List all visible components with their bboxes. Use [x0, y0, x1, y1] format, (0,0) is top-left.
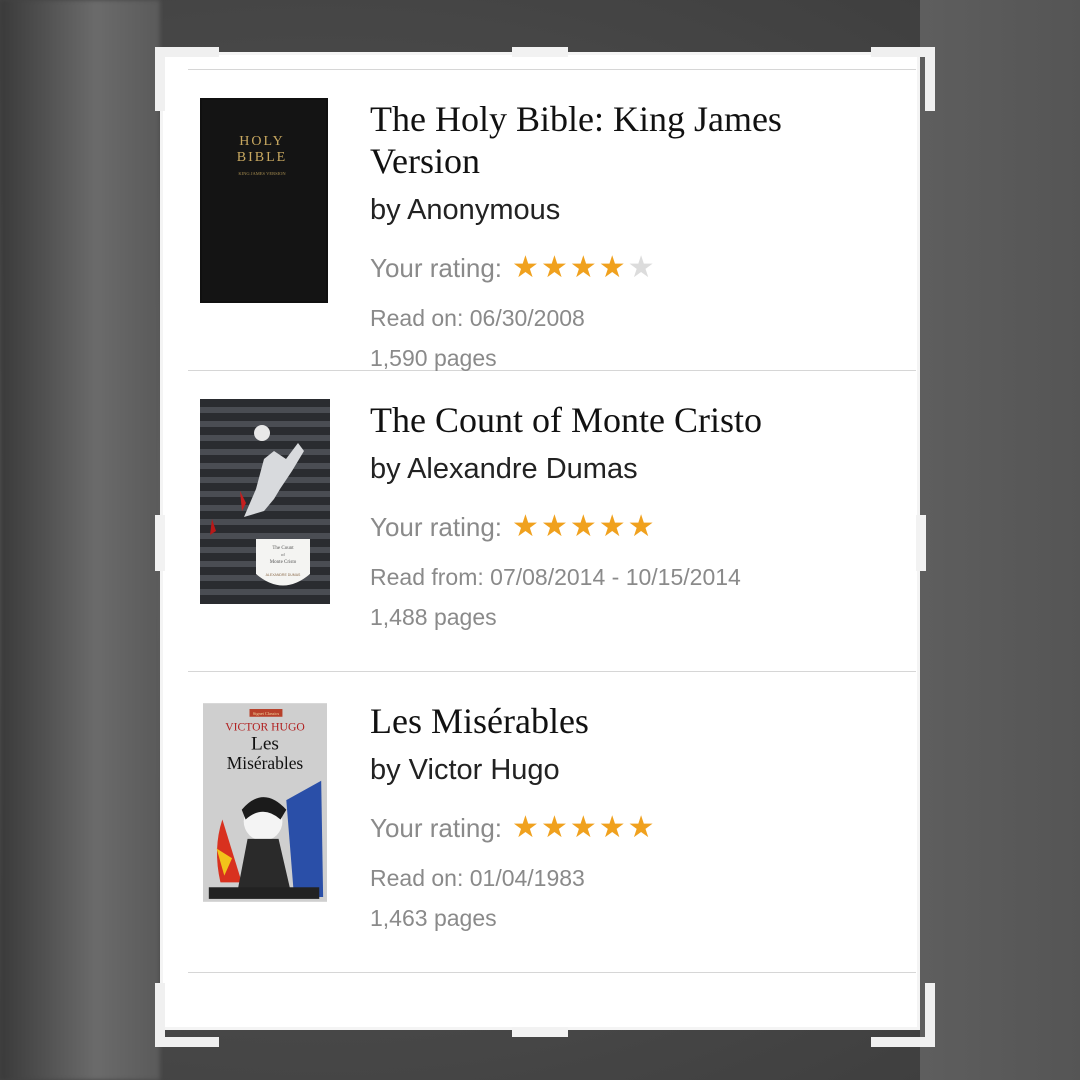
rating-label: Your rating:	[370, 812, 503, 843]
star-rating[interactable]: ★★★★★	[512, 813, 657, 843]
star-filled-icon[interactable]: ★	[628, 811, 655, 844]
book-cover-les-miserables[interactable]: Signet Classics VICTOR HUGO Les Misérabl…	[203, 700, 327, 905]
book-title[interactable]: The Holy Bible: King James Version	[370, 98, 890, 182]
book-cover-holy-bible[interactable]: HOLY BIBLE KING JAMES VERSION	[200, 98, 328, 303]
cover-title-line3: Monte Cristo	[270, 560, 297, 565]
book-title[interactable]: The Count of Monte Cristo	[370, 399, 890, 441]
crop-handle-bottom-left[interactable]	[155, 983, 219, 1047]
read-date: Read from: 07/08/2014 - 10/15/2014	[370, 564, 741, 590]
crop-handle-top-left[interactable]	[155, 47, 219, 111]
cover-title-line1: The Count	[272, 546, 294, 551]
star-filled-icon[interactable]: ★	[570, 510, 597, 543]
cover-title-line2: BIBLE	[237, 150, 287, 165]
page-count: 1,463 pages	[370, 905, 497, 931]
rating-row: Your rating: ★★★★★	[370, 509, 890, 545]
cover-title-line2: of	[281, 552, 285, 557]
cover-title-line1: HOLY	[239, 134, 284, 149]
star-filled-icon[interactable]: ★	[599, 510, 626, 543]
star-filled-icon[interactable]: ★	[512, 251, 539, 284]
book-author[interactable]: by Alexandre Dumas	[370, 451, 890, 487]
crop-frame: HOLY BIBLE KING JAMES VERSION The Holy B…	[160, 52, 920, 1030]
divider	[188, 972, 916, 973]
cover-badge: Signet Classics	[253, 711, 280, 716]
crop-handle-bottom-right[interactable]	[871, 983, 935, 1047]
cover-title-line1: Les	[251, 734, 279, 755]
book-cover-monte-cristo[interactable]: The Count of Monte Cristo ALEXANDRE DUMA…	[198, 399, 330, 604]
book-row[interactable]: The Count of Monte Cristo ALEXANDRE DUMA…	[188, 371, 916, 671]
page-count: 1,488 pages	[370, 604, 497, 630]
star-filled-icon[interactable]: ★	[541, 811, 568, 844]
star-empty-icon[interactable]: ★	[628, 251, 655, 284]
cover-author: ALEXANDRE DUMAS	[266, 573, 301, 577]
rating-label: Your rating:	[370, 511, 503, 542]
star-filled-icon[interactable]: ★	[541, 251, 568, 284]
star-filled-icon[interactable]: ★	[570, 811, 597, 844]
crop-handle-top-right[interactable]	[871, 47, 935, 111]
book-row[interactable]: HOLY BIBLE KING JAMES VERSION The Holy B…	[188, 70, 916, 372]
book-title[interactable]: Les Misérables	[370, 700, 890, 742]
star-filled-icon[interactable]: ★	[570, 251, 597, 284]
page-count: 1,590 pages	[370, 345, 497, 371]
read-date: Read on: 06/30/2008	[370, 305, 585, 331]
rating-row: Your rating: ★★★★★	[370, 810, 890, 846]
star-rating[interactable]: ★★★★★	[512, 512, 657, 542]
book-author[interactable]: by Victor Hugo	[370, 752, 890, 788]
blurred-background-left	[0, 0, 160, 1080]
read-date: Read on: 01/04/1983	[370, 865, 585, 891]
star-filled-icon[interactable]: ★	[628, 510, 655, 543]
star-rating[interactable]: ★★★★★	[512, 253, 657, 283]
crop-handle-bottom[interactable]	[512, 1027, 568, 1037]
book-info: Les Misérables by Victor Hugo Your ratin…	[370, 700, 890, 932]
book-row[interactable]: Signet Classics VICTOR HUGO Les Misérabl…	[188, 672, 916, 972]
book-info: The Holy Bible: King James Version by An…	[370, 98, 890, 372]
book-author[interactable]: by Anonymous	[370, 192, 890, 228]
blurred-background-right	[920, 0, 1080, 1080]
crop-handle-top[interactable]	[512, 47, 568, 57]
cover-author: VICTOR HUGO	[225, 720, 304, 733]
cover-title-line2: Misérables	[227, 753, 304, 773]
star-filled-icon[interactable]: ★	[541, 510, 568, 543]
star-filled-icon[interactable]: ★	[512, 510, 539, 543]
star-filled-icon[interactable]: ★	[599, 251, 626, 284]
rating-row: Your rating: ★★★★★	[370, 250, 890, 286]
crop-handle-right[interactable]	[916, 515, 926, 571]
cover-subtitle: KING JAMES VERSION	[238, 171, 286, 176]
star-filled-icon[interactable]: ★	[512, 811, 539, 844]
crop-handle-left[interactable]	[155, 515, 165, 571]
book-info: The Count of Monte Cristo by Alexandre D…	[370, 399, 890, 631]
book-list: HOLY BIBLE KING JAMES VERSION The Holy B…	[188, 69, 916, 973]
rating-label: Your rating:	[370, 252, 503, 283]
star-filled-icon[interactable]: ★	[599, 811, 626, 844]
